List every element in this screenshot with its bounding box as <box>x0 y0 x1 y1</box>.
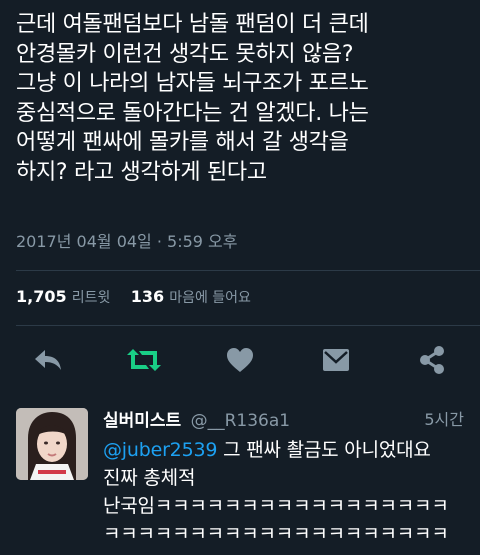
message-button[interactable] <box>316 340 356 380</box>
like-count-label: 마음에 들어요 <box>169 290 251 306</box>
reply-header: 실버미스트 @__R136a1 <box>103 406 463 431</box>
reply-icon <box>35 350 61 370</box>
tweet-text-line: 중심적으로 돌아간다는 건 알겠다. 나는 <box>16 100 369 126</box>
tweet-stats[interactable]: 1,705 리트윗 136 마음에 들어요 <box>16 287 251 307</box>
reply-author-handle[interactable]: @__R136a1 <box>191 411 291 431</box>
retweet-count-label: 리트윗 <box>71 290 111 306</box>
like-count[interactable]: 136 <box>131 287 164 306</box>
tweet-text-line: 하지? 라고 생각하게 된다고 <box>16 159 267 185</box>
envelope-icon <box>323 349 349 371</box>
tweet-text-line: 그냥 이 나라의 남자들 뇌구조가 포르노 <box>16 71 369 96</box>
avatar-image <box>16 408 88 480</box>
tweet-timestamp: 2017년 04월 04일 · 5:59 오후 <box>16 232 238 251</box>
retweet-count[interactable]: 1,705 <box>16 287 67 306</box>
reply-text-line: 진짜 총체적 <box>103 467 196 489</box>
tweet-text-line: 어떻게 팬싸에 몰카를 해서 갈 생각을 <box>16 130 349 155</box>
reply-button[interactable] <box>28 340 68 380</box>
retweet-button[interactable] <box>124 340 164 380</box>
reply-text-fragment: 그 팬싸 촬금도 아니었대요 <box>217 439 431 461</box>
reply-text-line: @juber2539 그 팬싸 촬금도 아니었대요 <box>103 436 468 464</box>
share-button[interactable] <box>412 340 452 380</box>
reply-tweet[interactable]: 실버미스트 @__R136a1 5시간 @juber2539 그 팬싸 촬금도 … <box>0 392 480 555</box>
mention-link[interactable]: @juber2539 <box>103 439 217 461</box>
heart-icon <box>227 348 253 372</box>
avatar[interactable] <box>16 408 88 480</box>
like-button[interactable] <box>220 340 260 380</box>
reply-timestamp: 5시간 <box>424 410 464 429</box>
divider <box>16 325 480 326</box>
reply-text: @juber2539 그 팬싸 촬금도 아니었대요 진짜 총체적 난국임ㅋㅋㅋㅋ… <box>103 436 468 548</box>
tweet-text-line: 안경몰카 이런건 생각도 못하지 않음? <box>16 41 354 67</box>
reply-text-line: ㅋㅋㅋㅋㅋㅋㅋㅋㅋㅋㅋㅋㅋㅋㅋㅋㅋㅋㅋㅋ <box>103 523 449 545</box>
retweet-icon <box>127 349 161 371</box>
tweet-actions <box>0 340 480 380</box>
share-icon <box>420 346 444 374</box>
divider <box>16 270 480 271</box>
reply-author-name[interactable]: 실버미스트 <box>103 411 181 431</box>
tweet-text: 근데 여돌팬덤보다 남돌 팬덤이 더 큰데 안경몰카 이런건 생각도 못하지 않… <box>16 10 472 187</box>
tweet-text-line: 근데 여돌팬덤보다 남돌 팬덤이 더 큰데 <box>16 12 369 37</box>
reply-text-line: 난국임ㅋㅋㅋㅋㅋㅋㅋㅋㅋㅋㅋㅋㅋㅋㅋㅋㅋ <box>103 495 449 517</box>
